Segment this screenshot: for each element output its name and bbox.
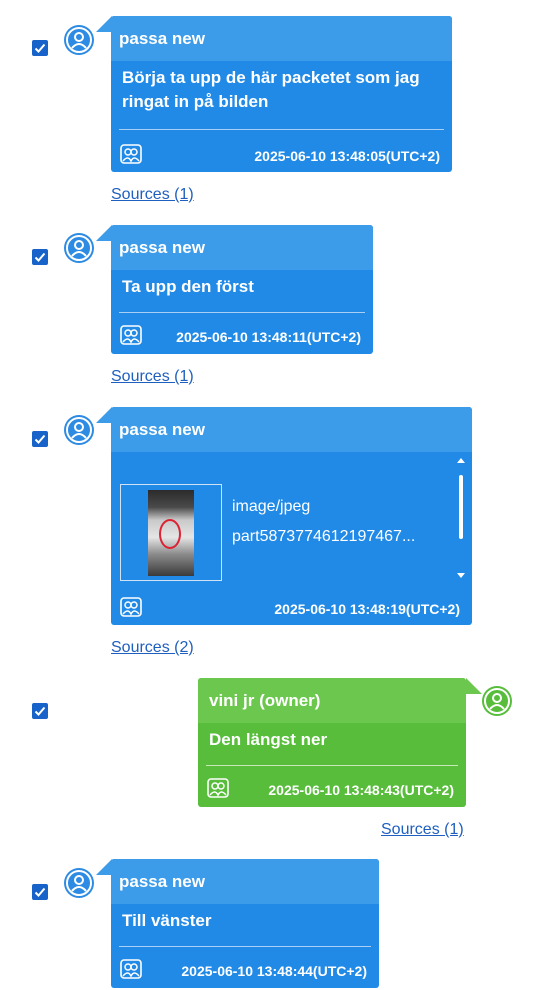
attachment-name[interactable]: part5873774612197467... <box>232 528 415 546</box>
user-avatar-icon <box>64 233 94 263</box>
message-text: Ta upp den först <box>122 277 254 296</box>
checkmark-icon <box>34 252 46 262</box>
message-bubble[interactable]: passa new image/jpeg part587377461219746… <box>111 407 472 625</box>
bubble-tail <box>466 678 482 694</box>
sources-link[interactable]: Sources (1) <box>111 368 194 386</box>
image-thumbnail[interactable] <box>120 484 222 581</box>
sender-name: passa new <box>111 859 379 904</box>
bubble-tail <box>96 16 112 32</box>
message-checkbox[interactable] <box>32 884 48 900</box>
bubble-tail <box>96 859 112 875</box>
group-icon <box>120 144 142 164</box>
timestamp: 2025-06-10 13:48:11(UTC+2) <box>176 329 361 345</box>
message-checkbox[interactable] <box>32 703 48 719</box>
sources-link[interactable]: Sources (1) <box>381 821 464 839</box>
sender-name: passa new <box>111 225 373 270</box>
image-annotation-circle <box>159 519 181 549</box>
bubble-tail <box>96 225 112 241</box>
message-checkbox[interactable] <box>32 431 48 447</box>
message-checkbox[interactable] <box>32 249 48 265</box>
message-bubble[interactable]: passa new Till vänster 2025-06-10 13:48:… <box>111 859 379 988</box>
owner-avatar-icon <box>482 686 512 716</box>
sources-link[interactable]: Sources (2) <box>111 639 194 657</box>
timestamp: 2025-06-10 13:48:19(UTC+2) <box>274 601 460 617</box>
message-checkbox[interactable] <box>32 40 48 56</box>
user-avatar-icon <box>64 415 94 445</box>
attachment-type: image/jpeg <box>232 498 311 515</box>
sender-name: vini jr (owner) <box>198 678 466 723</box>
message-text: Börja ta upp de här packetet som jag rin… <box>122 68 420 111</box>
message-text: Till vänster <box>122 911 212 930</box>
group-icon <box>120 597 142 617</box>
user-avatar-icon <box>64 868 94 898</box>
timestamp: 2025-06-10 13:48:43(UTC+2) <box>268 782 454 798</box>
sender-name: passa new <box>111 407 472 452</box>
timestamp: 2025-06-10 13:48:05(UTC+2) <box>254 148 440 164</box>
message-bubble[interactable]: passa new Börja ta upp de här packetet s… <box>111 16 452 172</box>
divider <box>206 765 458 766</box>
scrollbar[interactable] <box>456 455 466 581</box>
checkmark-icon <box>34 434 46 444</box>
checkmark-icon <box>34 887 46 897</box>
checkmark-icon <box>34 706 46 716</box>
message-bubble[interactable]: passa new Ta upp den först 2025-06-10 13… <box>111 225 373 354</box>
sender-name: passa new <box>111 16 452 61</box>
checkmark-icon <box>34 43 46 53</box>
message-text: Den längst ner <box>209 730 328 749</box>
group-icon <box>120 959 142 979</box>
bubble-tail <box>96 407 112 423</box>
group-icon <box>207 778 229 798</box>
divider <box>119 312 365 313</box>
divider <box>119 129 444 130</box>
message-bubble[interactable]: vini jr (owner) Den längst ner 2025-06-1… <box>198 678 466 807</box>
user-avatar-icon <box>64 25 94 55</box>
divider <box>119 946 371 947</box>
sources-link[interactable]: Sources (1) <box>111 186 194 204</box>
timestamp: 2025-06-10 13:48:44(UTC+2) <box>181 963 367 979</box>
group-icon <box>120 325 142 345</box>
